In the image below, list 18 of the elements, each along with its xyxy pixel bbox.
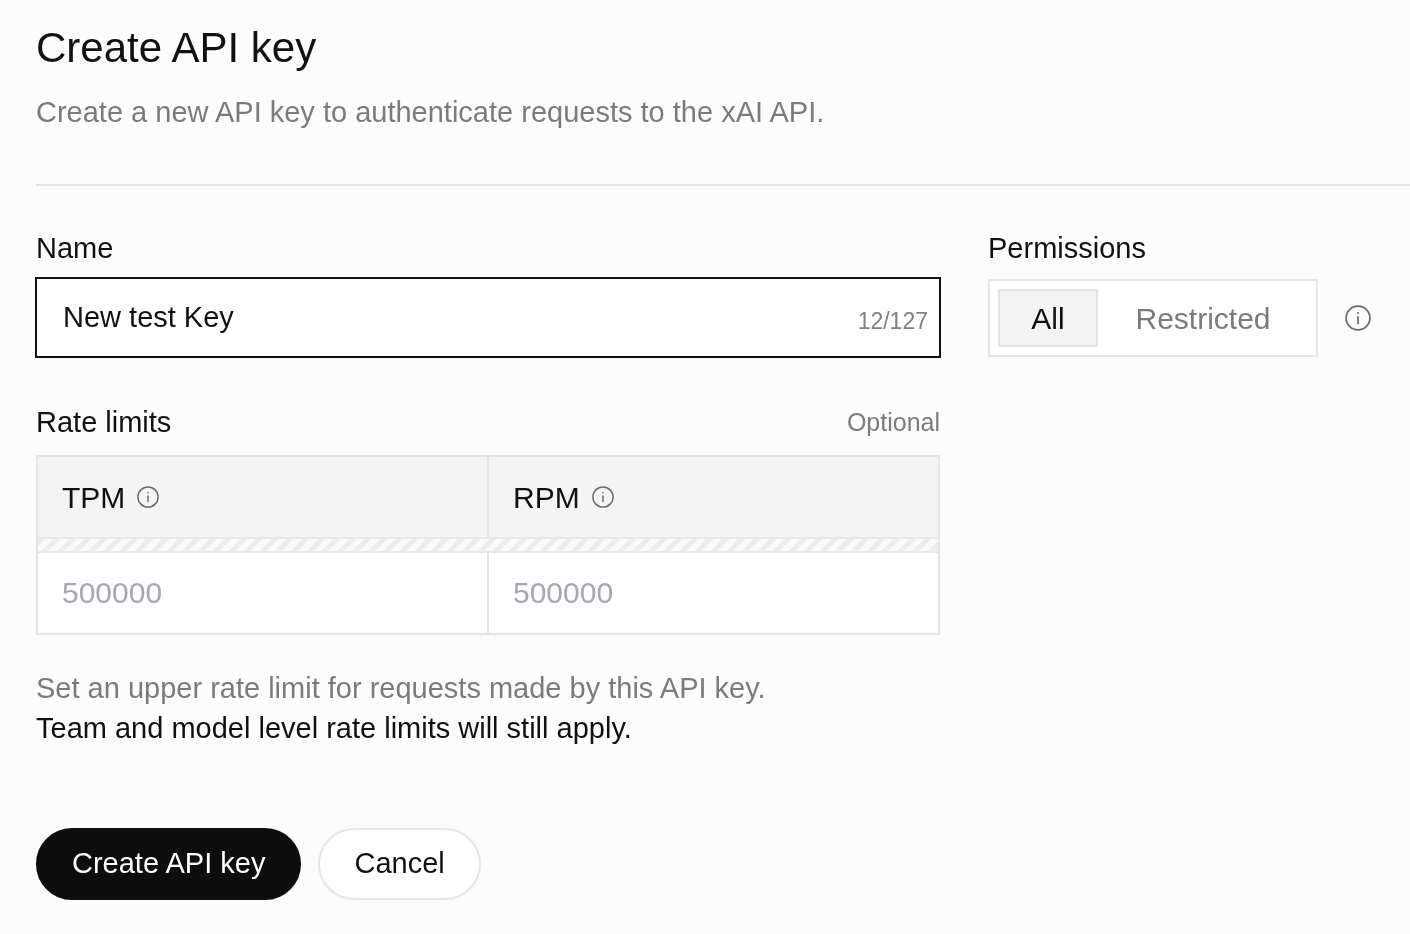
info-icon [591,486,614,508]
permission-option[interactable]: All [998,289,1098,347]
create-button[interactable]: Create API key [36,828,302,900]
info-icon [1345,305,1371,331]
help-text: Set an upper rate limit for requests made by this API key. [36,671,766,706]
page-title: Create API key [36,24,317,72]
cancel-button[interactable]: Cancel [318,828,481,900]
rate-limits-label: Rate limits [36,406,172,438]
permissions-label: Permissions [988,232,1146,264]
info-icon [137,486,160,508]
permission-option[interactable]: Restricted [1098,289,1308,347]
note-text: Team and model level rate limits will still apply. [36,711,632,746]
column-label: TPM [62,479,126,516]
name-label: Name [36,232,114,264]
column-label: RPM [513,479,580,516]
optional-hint: Optional [846,407,940,438]
character-counter: 12/127 [857,307,928,335]
page-subtitle: Create a new API key to authenticate requests to the xAI API. [36,95,825,130]
